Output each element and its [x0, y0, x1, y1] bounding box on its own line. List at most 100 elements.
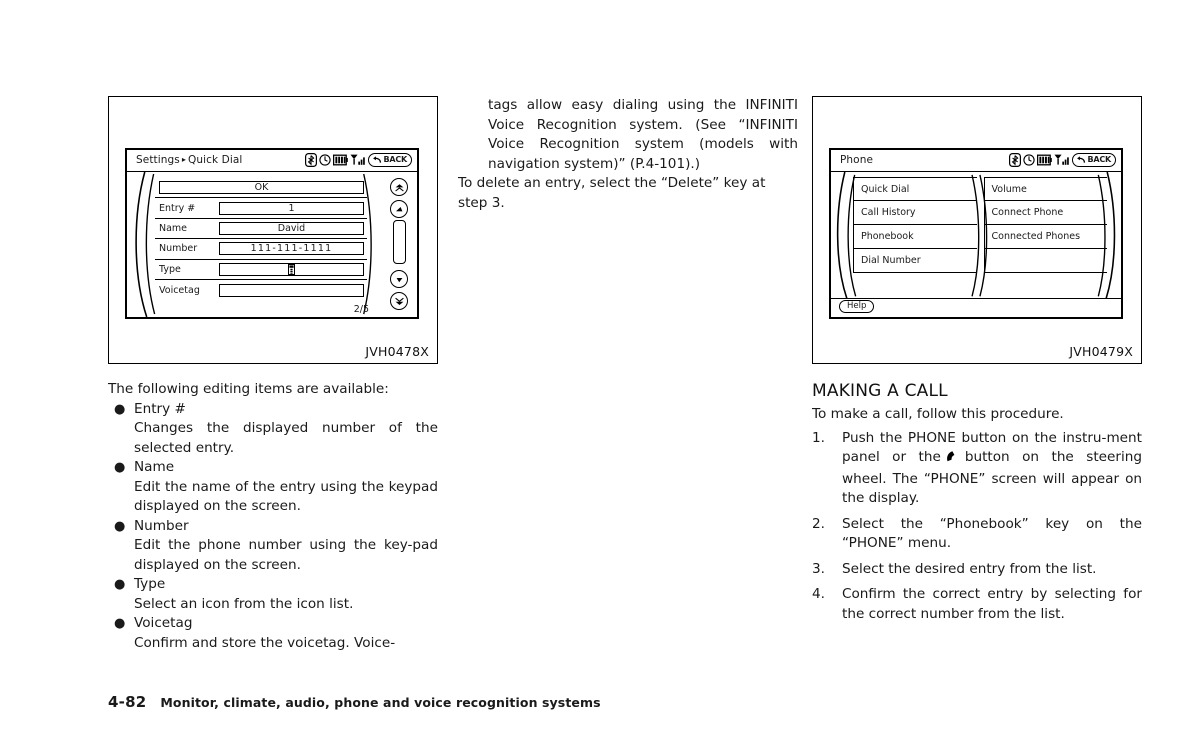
field-value[interactable]: 111-111-1111 [219, 242, 364, 256]
display-footer-divider [831, 298, 1121, 299]
scroll-bottom-button[interactable] [390, 292, 408, 310]
status-icons: BACK [1009, 153, 1116, 167]
field-row-voicetag[interactable]: Voicetag [155, 280, 367, 300]
bullet-description: Select an icon from the icon list. [134, 595, 354, 612]
field-value[interactable] [219, 262, 364, 276]
back-button[interactable]: BACK [368, 153, 412, 167]
back-arrow-icon [373, 155, 382, 163]
field-label: Entry # [159, 202, 196, 214]
menu-item-connect-phone[interactable]: Connect Phone [983, 201, 1107, 225]
footer-page-number: 4-82 [108, 693, 147, 711]
field-value[interactable] [219, 283, 364, 297]
phone-menu-column-left: Quick Dial Call History Phonebook Dial N… [853, 177, 977, 299]
clock-icon [319, 154, 332, 166]
step-text: Confirm the correct entry by selecting f… [842, 586, 1142, 622]
chevron-down-icon [396, 277, 402, 282]
battery-icon [1037, 154, 1053, 166]
delete-entry-paragraph: To delete an entry, select the “Delete” … [458, 175, 766, 211]
battery-icon [333, 154, 349, 166]
scroll-up-button[interactable] [390, 200, 408, 218]
section-heading: MAKING A CALL [812, 381, 948, 401]
ok-button[interactable]: OK [159, 181, 364, 195]
list-item: ● Entry # Changes the displayed number o… [108, 400, 438, 459]
scroll-top-button[interactable] [390, 178, 408, 196]
field-value[interactable]: 1 [219, 201, 364, 215]
manual-page: Settings ▸ Quick Dial BACK OK Entry # 1 … [0, 0, 1200, 741]
list-item: ● Name Edit the name of the entry using … [108, 458, 438, 517]
page-footer: 4-82 Monitor, climate, audio, phone and … [108, 693, 601, 711]
menu-item-empty [983, 249, 1107, 273]
editing-items-intro: The following editing items are availabl… [108, 381, 389, 397]
list-item: ● Type Select an icon from the icon list… [108, 575, 438, 614]
field-label: Type [159, 263, 181, 275]
page-title: Phone [840, 154, 874, 166]
footer-section-title: Monitor, climate, audio, phone and voice… [160, 695, 601, 710]
status-icons: BACK [305, 153, 412, 167]
figure-phone-menu: Phone BACK Quick Dial Call History Phone… [812, 96, 1142, 364]
step-text: Select the desired entry from the list. [842, 560, 1097, 577]
list-item: 1. Push the PHONE button on the instru-m… [812, 429, 1142, 509]
ok-row[interactable]: OK [155, 178, 367, 199]
procedure-lead: To make a call, follow this procedure. [812, 406, 1064, 422]
step-text: Select the “Phonebook” key on the “PHONE… [842, 515, 1142, 552]
menu-item-volume[interactable]: Volume [983, 177, 1107, 201]
field-label: Number [159, 243, 198, 255]
back-button-label: BACK [1087, 155, 1111, 164]
display-title-bar: Settings ▸ Quick Dial BACK [127, 150, 417, 172]
list-item: ● Number Edit the phone number using the… [108, 517, 438, 576]
display-body: Quick Dial Call History Phonebook Dial N… [831, 172, 1121, 317]
back-button[interactable]: BACK [1072, 153, 1116, 167]
field-label: Name [159, 222, 188, 234]
bullet-marker-icon: ● [114, 616, 126, 631]
list-item: 4. Confirm the correct entry by selectin… [812, 585, 1142, 624]
phone-menu-column-right: Volume Connect Phone Connected Phones [983, 177, 1107, 299]
scroll-controls [389, 178, 411, 310]
bullet-marker-icon: ● [114, 460, 126, 475]
display-title-bar: Phone BACK [831, 150, 1121, 172]
menu-item-dial-number[interactable]: Dial Number [853, 249, 977, 273]
step-number: 1. [812, 429, 825, 446]
bullet-marker-icon: ● [114, 518, 126, 534]
scrollbar-thumb[interactable] [393, 220, 406, 264]
scroll-down-button[interactable] [390, 270, 408, 288]
right-column: Phone BACK Quick Dial Call History Phone… [812, 96, 1142, 624]
double-chevron-down-icon [394, 297, 404, 305]
bullet-term: Voicetag [134, 615, 193, 631]
field-row-entry-number[interactable]: Entry # 1 [155, 198, 367, 219]
bullet-marker-icon: ● [114, 401, 126, 417]
field-row-number[interactable]: Number 111-111-1111 [155, 239, 367, 260]
left-column: Settings ▸ Quick Dial BACK OK Entry # 1 … [108, 96, 438, 653]
page-indicator: 2/5 [353, 304, 369, 315]
breadcrumb: Settings ▸ Quick Dial [136, 154, 242, 166]
menu-item-phonebook[interactable]: Phonebook [853, 225, 977, 249]
bullet-description: Confirm and store the voicetag. Voice- [134, 634, 396, 651]
breadcrumb-root: Settings [136, 154, 180, 166]
step-number: 4. [812, 586, 825, 602]
clock-icon [1023, 154, 1036, 166]
bullet-description: Changes the displayed number of the sele… [134, 420, 438, 456]
bluetooth-icon [1009, 153, 1022, 167]
bullet-description: Edit the name of the entry using the key… [134, 478, 438, 515]
chevron-up-icon [395, 206, 402, 211]
phone-menu-grid: Quick Dial Call History Phonebook Dial N… [853, 177, 1107, 299]
figure-code-label: JVH0478X [365, 344, 429, 359]
quick-dial-field-list: OK Entry # 1 Name David Number 111-111-1… [155, 178, 367, 300]
continued-paragraph: tags allow easy dialing using the INFINI… [488, 97, 798, 172]
field-value[interactable]: David [219, 221, 364, 235]
menu-item-call-history[interactable]: Call History [853, 201, 977, 225]
signal-icon [350, 154, 366, 165]
field-label: Voicetag [159, 284, 200, 296]
back-arrow-icon [1077, 155, 1086, 163]
menu-item-quick-dial[interactable]: Quick Dial [853, 177, 977, 201]
help-button[interactable]: Help [839, 300, 875, 313]
numbered-step-list: 1. Push the PHONE button on the instru-m… [812, 429, 1142, 625]
menu-item-connected-phones[interactable]: Connected Phones [983, 225, 1107, 249]
step-number: 2. [812, 515, 825, 532]
field-row-name[interactable]: Name David [155, 219, 367, 240]
breadcrumb-leaf: Quick Dial [188, 154, 243, 166]
field-row-type[interactable]: Type [155, 260, 367, 280]
bluetooth-icon [305, 153, 318, 167]
step-number: 3. [812, 560, 825, 577]
bullet-term: Name [134, 459, 175, 475]
phone-menu-display: Phone BACK Quick Dial Call History Phone… [829, 148, 1123, 319]
